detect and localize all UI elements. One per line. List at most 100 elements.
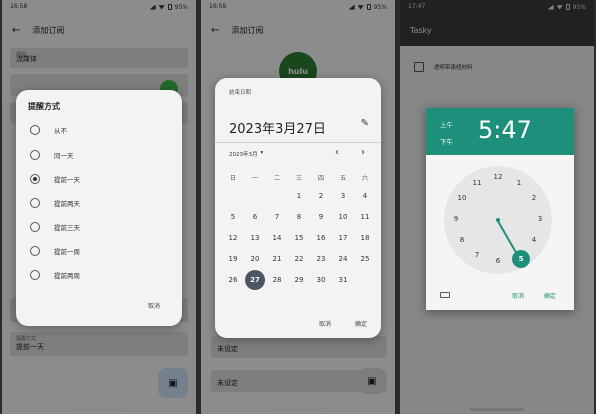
- day-cell[interactable]: 2: [312, 192, 330, 200]
- selected-date: 2023年3月27日: [229, 122, 326, 137]
- ok-button[interactable]: 确定: [544, 291, 556, 300]
- hour-label[interactable]: 9: [450, 215, 462, 223]
- day-cell[interactable]: 11: [356, 213, 374, 221]
- day-cell[interactable]: 22: [290, 255, 308, 263]
- time-picker-dialog: 上午 下午 5:47 12 1 2 3 4 5 6 7 8 9 10 11 取消…: [426, 108, 574, 310]
- hour-label[interactable]: 12: [492, 173, 504, 181]
- pencil-icon[interactable]: ✎: [361, 118, 369, 129]
- day-cell[interactable]: 31: [334, 276, 352, 284]
- option-label: 提前一周: [54, 248, 80, 256]
- day-cell[interactable]: 28: [268, 276, 286, 284]
- day-cell[interactable]: 5: [224, 213, 242, 221]
- option-label: 提前一天: [54, 176, 80, 184]
- day-cell[interactable]: 7: [268, 213, 286, 221]
- option-three-days-before[interactable]: 提前三天: [30, 222, 80, 232]
- hour-label[interactable]: 3: [534, 215, 546, 223]
- day-cell[interactable]: 30: [312, 276, 330, 284]
- am-toggle[interactable]: 上午: [440, 119, 453, 129]
- day-cell[interactable]: 25: [356, 255, 374, 263]
- day-cell[interactable]: 4: [356, 192, 374, 200]
- weekday-label: 二: [273, 175, 280, 182]
- day-cell[interactable]: 3: [334, 192, 352, 200]
- day-cell[interactable]: 29: [290, 276, 308, 284]
- phone-panel-time-picker: 17:47 95% Tasky 透明带患纽材料 上午 下午 5:47 12 1 …: [400, 0, 594, 414]
- cancel-button[interactable]: 取消: [512, 291, 524, 300]
- day-cell[interactable]: 20: [246, 255, 264, 263]
- dialog-title: 提醒方式: [28, 102, 60, 111]
- weekday-label: 六: [361, 175, 368, 182]
- chevron-right-icon[interactable]: ›: [361, 147, 365, 158]
- radio-button[interactable]: [30, 270, 40, 280]
- day-cell[interactable]: 15: [290, 234, 308, 242]
- month-selector[interactable]: 2023年3月 ▾: [229, 150, 263, 158]
- weekday-label: 四: [317, 175, 324, 182]
- hour-label[interactable]: 1: [513, 179, 525, 187]
- radio-button[interactable]: [30, 246, 40, 256]
- day-cell[interactable]: 1: [290, 192, 308, 200]
- day-cell[interactable]: 18: [356, 234, 374, 242]
- day-cell[interactable]: 10: [334, 213, 352, 221]
- hour-label[interactable]: 4: [528, 236, 540, 244]
- option-label: 提前两天: [54, 200, 80, 208]
- date-picker-dialog: 结束日期 2023年3月27日 ✎ 2023年3月 ▾ ‹ › 日 一 二 三 四…: [215, 78, 381, 338]
- option-label: 提前三天: [54, 224, 80, 232]
- option-label: 同一天: [54, 152, 74, 160]
- weekday-label: 五: [339, 175, 346, 182]
- day-cell[interactable]: 9: [312, 213, 330, 221]
- day-cell[interactable]: 23: [312, 255, 330, 263]
- clock-face[interactable]: 12 1 2 3 4 5 6 7 8 9 10 11: [444, 166, 552, 274]
- day-cell[interactable]: 21: [268, 255, 286, 263]
- day-cell[interactable]: 24: [334, 255, 352, 263]
- day-cell[interactable]: 13: [246, 234, 264, 242]
- hour-label[interactable]: 10: [456, 194, 468, 202]
- weekday-label: 一: [251, 175, 258, 182]
- nav-handle: [271, 408, 325, 411]
- radio-button-selected[interactable]: [30, 174, 40, 184]
- day-cell-selected[interactable]: 27: [246, 276, 264, 284]
- day-cell[interactable]: 26: [224, 276, 242, 284]
- phone-panel-reminder: 16:58 95% ← 添加订阅 类别 流媒体 提醒方式 提前一天 ▣ 提醒方式…: [2, 0, 196, 414]
- day-cell[interactable]: 16: [312, 234, 330, 242]
- header-divider: [215, 142, 381, 143]
- ok-button[interactable]: 确定: [355, 319, 367, 328]
- option-one-week-before[interactable]: 提前一周: [30, 246, 80, 256]
- day-cell[interactable]: 6: [246, 213, 264, 221]
- day-cell[interactable]: 17: [334, 234, 352, 242]
- weekday-label: 日: [229, 175, 236, 182]
- option-two-weeks-before[interactable]: 提前两周: [30, 270, 80, 280]
- option-two-days-before[interactable]: 提前两天: [30, 198, 80, 208]
- day-cell[interactable]: 19: [224, 255, 242, 263]
- pm-toggle[interactable]: 下午: [440, 136, 453, 146]
- hour-label[interactable]: 11: [471, 179, 483, 187]
- weekday-label: 三: [295, 175, 302, 182]
- chevron-left-icon[interactable]: ‹: [335, 147, 339, 158]
- hour-label[interactable]: 8: [456, 236, 468, 244]
- month-label: 2023年3月: [229, 152, 258, 158]
- radio-button[interactable]: [30, 125, 40, 135]
- radio-button[interactable]: [30, 150, 40, 160]
- hour-label-selected[interactable]: 5: [515, 255, 527, 263]
- day-cell[interactable]: 12: [224, 234, 242, 242]
- time-header: 上午 下午 5:47: [426, 108, 574, 155]
- radio-button[interactable]: [30, 222, 40, 232]
- option-same-day[interactable]: 同一天: [30, 150, 74, 160]
- day-cell[interactable]: 14: [268, 234, 286, 242]
- radio-button[interactable]: [30, 198, 40, 208]
- nav-handle: [470, 408, 524, 411]
- time-display: 5:47: [478, 116, 532, 144]
- option-one-day-before[interactable]: 提前一天: [30, 174, 80, 184]
- dropdown-icon: ▾: [260, 150, 264, 156]
- phone-panel-date-picker: 16:58 95% ← 添加订阅 hulu 未设定 未设定 ▣ 结束日期 202…: [201, 0, 395, 414]
- cancel-button[interactable]: 取消: [319, 319, 331, 328]
- cancel-button[interactable]: 取消: [148, 301, 160, 310]
- hour-label[interactable]: 2: [528, 194, 540, 202]
- nav-handle: [72, 408, 126, 411]
- keyboard-icon[interactable]: [440, 292, 450, 298]
- dialog-header: 结束日期: [229, 90, 252, 96]
- hour-label[interactable]: 6: [492, 257, 504, 265]
- reminder-dialog: 提醒方式 从不 同一天 提前一天 提前两天 提前三天 提前一周 提前两周 取消: [16, 90, 182, 326]
- hour-label[interactable]: 7: [471, 251, 483, 259]
- option-never[interactable]: 从不: [30, 125, 67, 135]
- option-label: 从不: [54, 127, 67, 135]
- day-cell[interactable]: 8: [290, 213, 308, 221]
